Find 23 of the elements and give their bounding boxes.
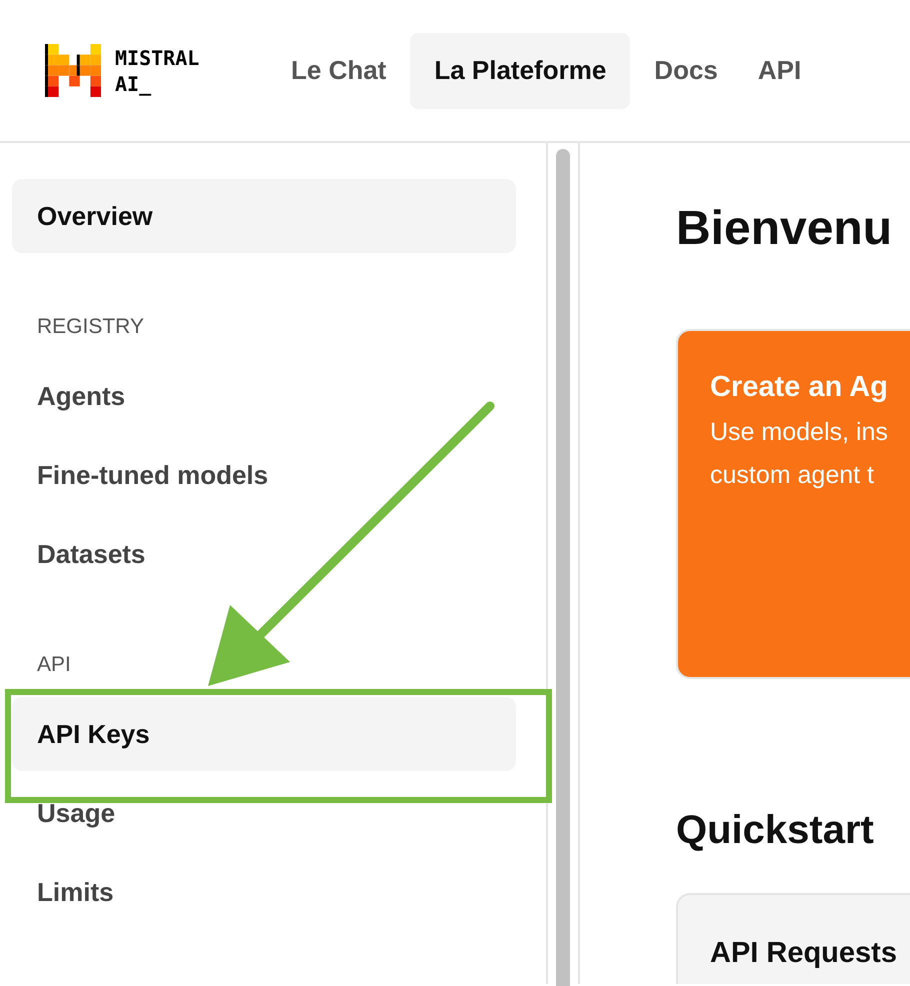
sidebar-item[interactable]: Agents: [12, 359, 516, 433]
sidebar-item[interactable]: Limits: [12, 855, 516, 929]
logo-text: MISTRAL: [115, 44, 200, 70]
card-description: Use models, ins: [710, 417, 889, 448]
logo-text: AI_: [115, 70, 152, 96]
section-heading: Quickstart: [676, 807, 875, 854]
nav-tab[interactable]: Docs: [638, 32, 734, 108]
sidebar-item[interactable]: Usage: [12, 776, 516, 850]
sidebar-item[interactable]: Fine-tuned models: [12, 438, 516, 512]
api-requests-card[interactable]: API Requests: [676, 893, 910, 984]
nav-tab[interactable]: La Plateforme: [410, 32, 630, 108]
logo-icon: [45, 44, 101, 98]
nav-tab[interactable]: Le Chat: [275, 32, 402, 108]
card-title: API Requests: [710, 936, 898, 971]
sidebar-item[interactable]: Overview: [12, 179, 516, 253]
section-label: API: [36, 652, 72, 678]
sidebar-item[interactable]: Datasets: [12, 517, 516, 591]
nav-tab[interactable]: API: [742, 32, 818, 108]
card-description: custom agent t: [710, 460, 875, 491]
sidebar-item[interactable]: API Keys: [12, 697, 516, 771]
section-label: REGISTRY: [36, 314, 145, 340]
page-heading: Bienvenu: [676, 201, 894, 257]
card-title: Create an Ag: [710, 370, 889, 405]
